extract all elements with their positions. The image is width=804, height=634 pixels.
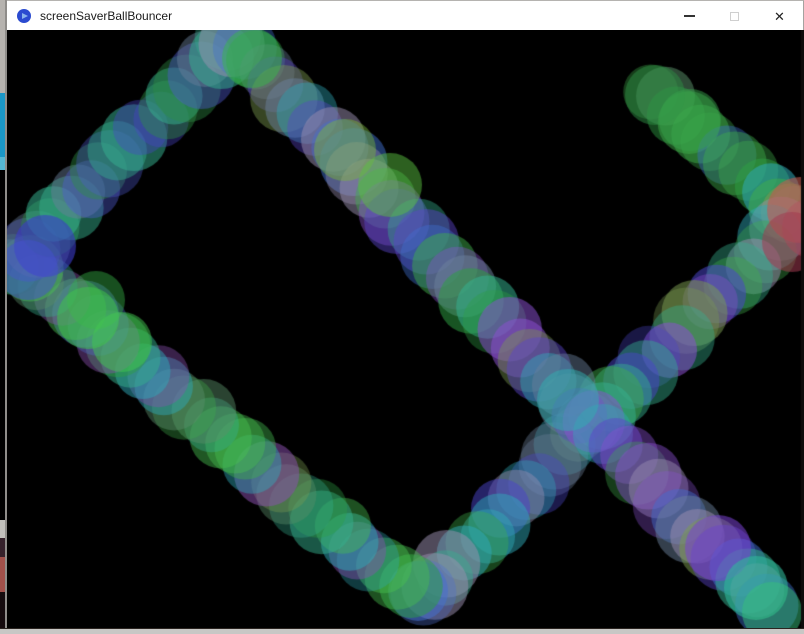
maximize-button[interactable] <box>712 1 757 31</box>
title-bar[interactable]: screenSaverBallBouncer ✕ <box>7 0 804 30</box>
minimize-icon <box>684 15 695 17</box>
play-triangle-icon <box>22 13 28 19</box>
minimize-button[interactable] <box>667 1 712 31</box>
app-play-icon[interactable] <box>17 9 31 23</box>
maximize-icon <box>730 12 739 21</box>
ball-trail-canvas <box>7 30 804 629</box>
screen: screenSaverBallBouncer ✕ <box>0 0 804 634</box>
close-button[interactable]: ✕ <box>757 1 802 31</box>
close-icon: ✕ <box>774 10 785 23</box>
window-bottom-border <box>0 628 804 634</box>
window-title: screenSaverBallBouncer <box>40 9 172 23</box>
window-controls: ✕ <box>667 1 802 31</box>
app-window: screenSaverBallBouncer ✕ <box>5 0 804 634</box>
